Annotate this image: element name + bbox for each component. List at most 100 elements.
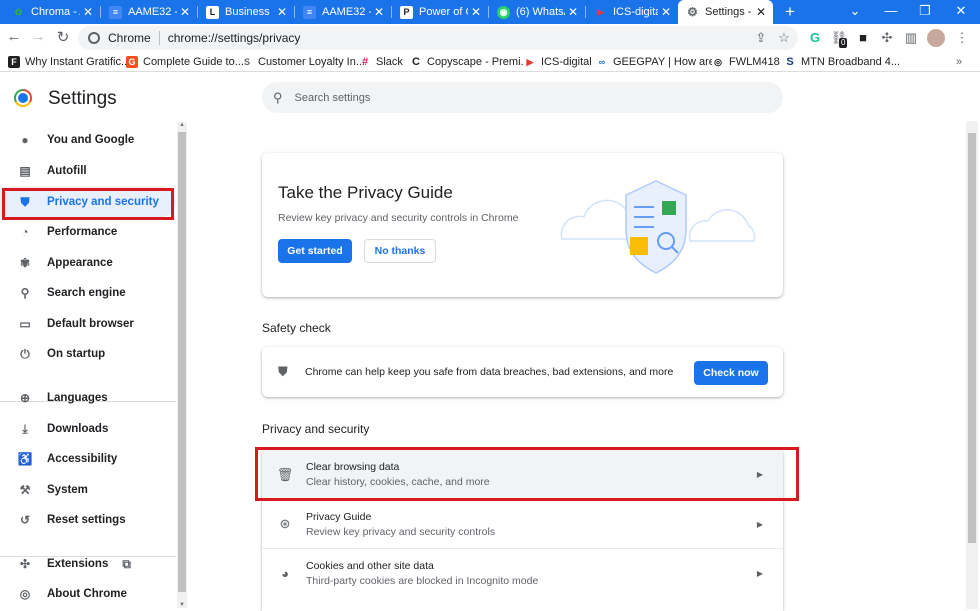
tab-title: Business [225, 6, 270, 18]
sidebar-item-search-engine[interactable]: ⚲ Search engine [0, 278, 176, 308]
get-started-button[interactable]: Get started [278, 239, 352, 263]
tab-settings[interactable]: ⚙ Settings - P ✕ [678, 0, 773, 24]
sidebar-item-default-browser[interactable]: ▭ Default browser [0, 309, 176, 339]
tab-title: Power of C [419, 6, 468, 18]
privacy-guide-card: Take the Privacy Guide Review key privac… [262, 153, 783, 297]
scrollbar-thumb[interactable] [178, 132, 186, 592]
bookmarks-bar: F Why Instant Gratific... G Complete Gui… [0, 52, 980, 72]
tab-title: AAME32 - G [322, 6, 371, 18]
tab-search-chevron-down-icon[interactable]: ⌄ [838, 0, 872, 24]
back-arrow-icon[interactable]: ← [2, 28, 26, 45]
tab-ics-digital[interactable]: ▶ ICS-digital ✕ [586, 0, 678, 24]
sidebar-item-label: Languages [47, 392, 108, 404]
sidebar-item-reset-settings[interactable]: ↺ Reset settings [0, 505, 176, 535]
page-title: Settings [48, 88, 117, 109]
tab-whatsapp[interactable]: ◉ (6) WhatsA ✕ [489, 0, 585, 24]
sidebar-item-accessibility[interactable]: ♿ Accessibility [0, 444, 176, 474]
bookmark-label: Copyscape - Premi... [427, 56, 530, 68]
grammarly-icon[interactable]: G [806, 28, 824, 48]
sidebar-item-privacy-and-security[interactable]: ⛊ Privacy and security [0, 187, 176, 217]
bookmark-item[interactable]: F Why Instant Gratific... [8, 54, 130, 70]
search-settings-input[interactable]: ⚲ Search settings [262, 82, 783, 113]
check-now-button[interactable]: Check now [694, 361, 768, 385]
search-placeholder: Search settings [294, 91, 371, 104]
download-icon: ⤓ [22, 421, 28, 436]
extension-dark-icon[interactable]: ■ [854, 28, 872, 48]
sidebar-item-extensions[interactable]: ✣ Extensions ⧉ [0, 549, 176, 579]
sidebar-item-downloads[interactable]: ⤓ Downloads [0, 414, 176, 444]
sidebar-item-languages[interactable]: ⊕ Languages [0, 383, 176, 413]
sidebar-item-autofill[interactable]: ▤ Autofill [0, 156, 176, 186]
bookmarks-overflow-icon[interactable]: » [956, 54, 962, 70]
sidebar-item-you-and-google[interactable]: ● You and Google [0, 125, 176, 155]
tab-power-of[interactable]: P Power of C ✕ [392, 0, 488, 24]
bookmark-item[interactable]: G Complete Guide to... [126, 54, 244, 70]
close-tab-icon[interactable]: ✕ [753, 5, 769, 19]
tab-aame32-1[interactable]: ≡ AAME32 - G ✕ [101, 0, 197, 24]
ics-favicon-icon: ▶ [524, 56, 536, 68]
cookies-row[interactable]: ◕ Cookies and other site data Third-part… [262, 548, 783, 597]
bookmark-item[interactable]: C Copyscape - Premi... [410, 54, 530, 70]
sidebar-item-appearance[interactable]: ✾ Appearance [0, 248, 176, 278]
row-title: Privacy Guide [306, 510, 372, 523]
tab-business[interactable]: L Business ✕ [198, 0, 294, 24]
close-tab-icon[interactable]: ✕ [274, 5, 290, 19]
scroll-up-icon[interactable]: ▲ [177, 122, 187, 128]
bookmark-item[interactable]: S MTN Broadband 4... [784, 54, 900, 70]
bookmark-item[interactable]: S Customer Loyalty In... [241, 54, 365, 70]
scroll-down-icon[interactable]: ▼ [177, 602, 187, 608]
extension-icon[interactable]: ⛓ 0 [830, 28, 848, 48]
search-icon: ⚲ [20, 286, 30, 300]
bookmark-item[interactable]: ▶ ICS-digital [524, 54, 592, 70]
profile-avatar[interactable] [927, 29, 945, 47]
side-panel-icon[interactable]: ▥ [902, 28, 920, 48]
business-favicon-icon: L [206, 5, 219, 19]
scrollbar-thumb[interactable] [968, 133, 976, 543]
share-icon[interactable]: ⇪ [752, 28, 770, 48]
chrome-logo-icon [14, 89, 32, 107]
close-tab-icon[interactable]: ✕ [565, 5, 581, 19]
menu-kebab-icon[interactable]: ⋮ [953, 28, 971, 48]
bookmark-star-icon[interactable]: ☆ [775, 28, 793, 48]
no-thanks-button[interactable]: No thanks [364, 239, 436, 263]
sidebar-item-on-startup[interactable]: ⏻ On startup [0, 339, 176, 369]
close-tab-icon[interactable]: ✕ [371, 5, 387, 19]
browser-toolbar: ← → ↻ Chrome chrome://settings/privacy ⇪… [0, 24, 980, 52]
close-tab-icon[interactable]: ✕ [658, 5, 674, 19]
minimize-button[interactable]: — [874, 0, 908, 24]
sidebar-item-about-chrome[interactable]: ◎ About Chrome [0, 579, 176, 609]
sidebar-item-performance[interactable]: ◔ Performance [0, 217, 176, 247]
restore-button[interactable]: ❐ [908, 0, 942, 24]
browser-icon: ▭ [19, 317, 31, 331]
main-scrollbar[interactable] [966, 121, 978, 609]
privacy-guide-row[interactable]: ⊛ Privacy Guide Review key privacy and s… [262, 499, 783, 548]
docs-favicon-icon: ≡ [303, 5, 316, 19]
bookmark-label: FWLM418 [729, 56, 780, 68]
address-bar[interactable]: Chrome chrome://settings/privacy [78, 26, 798, 50]
bookmark-item[interactable]: ∞ GEEGPAY | How are... [596, 54, 724, 70]
close-window-button[interactable]: ✕ [944, 0, 978, 24]
sidebar-item-system[interactable]: ⚒ System [0, 475, 176, 505]
sidebar-scrollbar[interactable]: ▲ ▼ [177, 122, 187, 608]
sidebar-item-label: Appearance [47, 257, 113, 269]
close-tab-icon[interactable]: ✕ [468, 5, 484, 19]
puzzle-icon[interactable]: ✣ [878, 28, 896, 48]
close-tab-icon[interactable]: ✕ [80, 5, 96, 19]
new-tab-button[interactable]: + [780, 1, 800, 23]
bookmark-item[interactable]: ◎ FWLM418 [712, 54, 780, 70]
extension-badge: 0 [839, 38, 848, 48]
close-tab-icon[interactable]: ✕ [177, 5, 193, 19]
bookmark-favicon-icon: F [8, 56, 20, 68]
gear-icon: ⚙ [687, 5, 698, 19]
url-text[interactable]: chrome://settings/privacy [168, 31, 301, 45]
slack-icon: # [361, 56, 369, 68]
reload-icon[interactable]: ↻ [51, 28, 75, 46]
bookmark-item[interactable]: # Slack [359, 54, 403, 70]
sidebar-item-label: Search engine [47, 287, 126, 299]
globe-icon: ⊕ [19, 391, 31, 405]
forward-arrow-icon[interactable]: → [26, 28, 50, 45]
tab-chroma[interactable]: ✿ Chroma - A ✕ [4, 0, 100, 24]
tab-strip: ✿ Chroma - A ✕ ≡ AAME32 - G ✕ L Business… [0, 0, 980, 24]
clear-browsing-data-row[interactable]: 🗑 Clear browsing data Clear history, coo… [262, 450, 783, 499]
tab-aame32-2[interactable]: ≡ AAME32 - G ✕ [295, 0, 391, 24]
